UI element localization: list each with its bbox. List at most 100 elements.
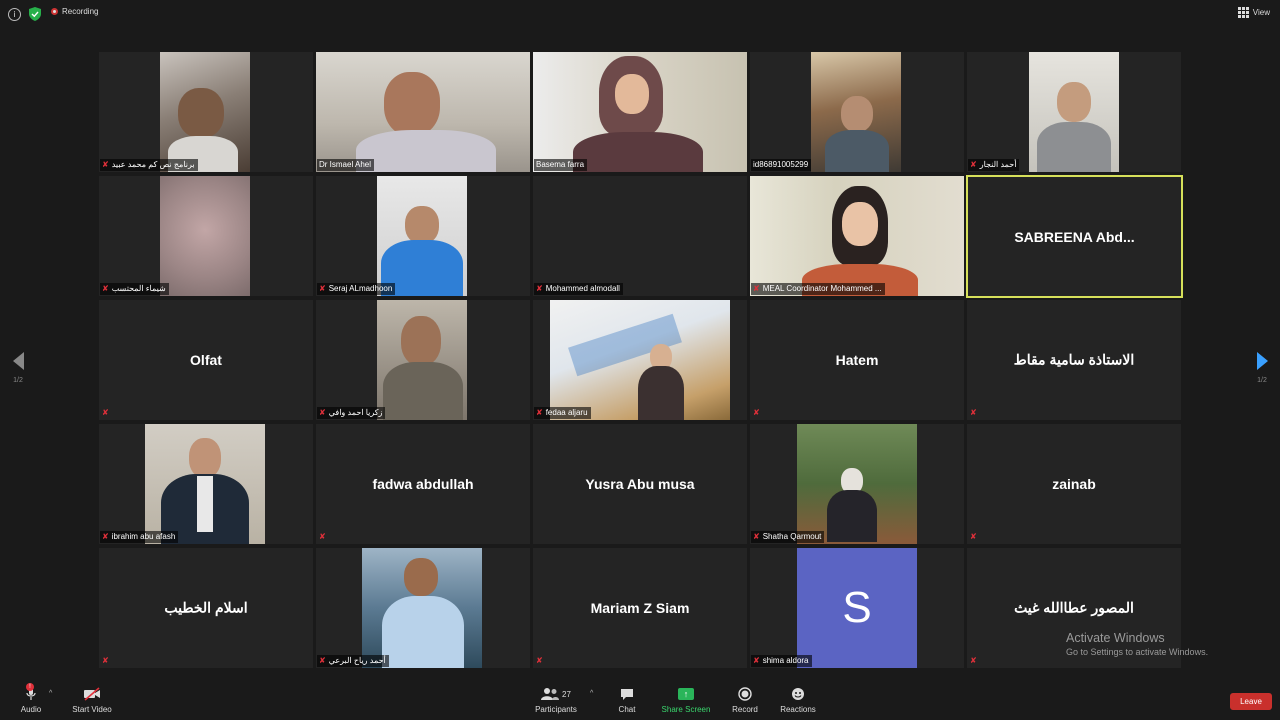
muted-mic-icon: ✘ <box>102 656 109 665</box>
participant-name-tag: ✘ ibrahim abu afash <box>100 531 179 543</box>
video-tile[interactable]: ✘ أحمد رياح البرعي <box>316 548 530 668</box>
participant-display-name: SABREENA Abd... <box>1014 228 1135 245</box>
record-button[interactable]: Record <box>728 686 762 714</box>
participant-name-tag: ✘ برنامج نص كم محمد عبيد <box>100 159 198 171</box>
share-screen-label: Share Screen <box>661 705 711 714</box>
leave-button[interactable]: Leave <box>1230 693 1272 710</box>
participant-video <box>1029 52 1119 172</box>
reactions-label: Reactions <box>780 705 816 714</box>
participants-count: 27 <box>562 689 571 699</box>
start-video-button[interactable]: Start Video <box>70 686 114 714</box>
audio-options-chevron-icon[interactable]: ^ <box>49 690 52 697</box>
participant-name-tag: Dr Ismael Ahel <box>317 159 375 171</box>
participants-options-chevron-icon[interactable]: ^ <box>590 690 593 697</box>
muted-mic-icon: ✘ <box>753 532 760 541</box>
participant-display-name: Yusra Abu musa <box>585 476 695 492</box>
video-tile[interactable]: ✘ Seraj ALmadhoon <box>316 176 530 296</box>
participant-display-name: Olfat <box>190 352 222 368</box>
muted-mic-icon: ✘ <box>970 160 977 169</box>
participant-video <box>550 300 730 420</box>
share-screen-icon: ↑ <box>678 688 694 700</box>
video-tile[interactable]: Mariam Z Siam ✘ <box>533 548 747 668</box>
recording-indicator[interactable]: Recording <box>51 7 98 16</box>
video-tile[interactable]: ✘ أحمد النجار <box>967 52 1181 172</box>
audio-alert-badge: ! <box>26 683 34 691</box>
activate-windows-watermark: Activate Windows Go to Settings to activ… <box>1066 631 1208 657</box>
video-tile[interactable]: ✘ fedaa aljaru <box>533 300 747 420</box>
video-tile[interactable]: ✘ MEAL Coordinator Mohammed ... <box>750 176 964 296</box>
watermark-title: Activate Windows <box>1066 631 1165 645</box>
participant-name-tag: ✘ Shatha Qarmout <box>751 531 825 543</box>
video-tile[interactable]: الاستاذة سامية مقاط ✘ <box>967 300 1181 420</box>
participant-name-tag: ✘ <box>968 531 983 543</box>
video-tile[interactable]: id86891005299 <box>750 52 964 172</box>
muted-mic-icon: ✘ <box>536 284 543 293</box>
view-button[interactable]: View <box>1237 7 1270 18</box>
muted-mic-icon: ✘ <box>970 408 977 417</box>
participant-display-name: الاستاذة سامية مقاط <box>1013 351 1135 368</box>
chat-button[interactable]: Chat <box>612 686 642 714</box>
participants-button[interactable]: 27 Participants <box>533 686 579 714</box>
video-off-icon <box>84 687 100 701</box>
video-tile[interactable]: ✘ ibrahim abu afash <box>99 424 313 544</box>
video-tile[interactable]: zainab ✘ <box>967 424 1181 544</box>
avatar-letter: S <box>842 583 872 632</box>
video-tile[interactable]: ✘ برنامج نص كم محمد عبيد <box>99 52 313 172</box>
muted-mic-icon: ✘ <box>536 408 543 417</box>
previous-page-button[interactable]: 1/2 <box>8 352 28 384</box>
muted-mic-icon: ✘ <box>319 284 326 293</box>
muted-mic-icon: ✘ <box>970 532 977 541</box>
participant-name-tag: Basema farra <box>534 159 588 171</box>
muted-mic-icon: ✘ <box>102 532 109 541</box>
info-icon[interactable]: i <box>8 8 21 21</box>
participant-display-name: المصور عطاالله غيث <box>1014 599 1134 616</box>
muted-mic-icon: ✘ <box>536 656 543 665</box>
participant-avatar: S <box>797 548 917 668</box>
reactions-button[interactable]: Reactions <box>778 686 818 714</box>
page-indicator-right: 1/2 <box>1257 377 1267 384</box>
video-tile[interactable]: fadwa abdullah ✘ <box>316 424 530 544</box>
participant-video <box>811 52 901 172</box>
shield-icon[interactable] <box>29 7 41 21</box>
video-tile[interactable]: ✘ شيماء المحتسب <box>99 176 313 296</box>
video-tile[interactable]: Yusra Abu musa <box>533 424 747 544</box>
participants-label: Participants <box>535 705 577 714</box>
video-tile[interactable]: ✘ Shatha Qarmout <box>750 424 964 544</box>
watermark-subtitle: Go to Settings to activate Windows. <box>1066 647 1209 657</box>
muted-mic-icon: ✘ <box>753 656 760 665</box>
muted-mic-icon: ✘ <box>319 408 326 417</box>
audio-button[interactable]: ! Audio <box>16 683 46 714</box>
participant-name-tag: ✘ Seraj ALmadhoon <box>317 283 396 295</box>
video-tile[interactable]: S ✘ shima aldora <box>750 548 964 668</box>
record-dot-icon <box>51 8 58 15</box>
participant-name-tag: ✘ زكريا احمد وافي <box>317 407 386 419</box>
participant-display-name: Hatem <box>835 352 879 368</box>
muted-mic-icon: ✘ <box>319 656 326 665</box>
video-tile[interactable]: Dr Ismael Ahel <box>316 52 530 172</box>
participant-video <box>362 548 482 668</box>
video-tile-active-speaker[interactable]: SABREENA Abd... <box>966 175 1183 298</box>
video-tile[interactable]: ✘ Mohammed almodall <box>533 176 747 296</box>
muted-mic-icon: ✘ <box>102 284 109 293</box>
participant-display-name: zainab <box>1052 476 1096 492</box>
participant-name-tag: ✘ <box>751 407 766 419</box>
participant-name-tag: ✘ fedaa aljaru <box>534 407 591 419</box>
video-tile[interactable]: Olfat ✘ <box>99 300 313 420</box>
video-tile[interactable]: Basema farra <box>533 52 747 172</box>
next-page-button[interactable]: 1/2 <box>1252 352 1272 384</box>
share-screen-button[interactable]: ↑ Share Screen <box>660 686 712 714</box>
participant-display-name: Mariam Z Siam <box>590 600 690 616</box>
muted-mic-icon: ✘ <box>753 284 760 293</box>
participant-name-tag: ✘ <box>968 407 983 419</box>
view-label: View <box>1252 8 1270 17</box>
video-tile[interactable]: اسلام الخطيب ✘ <box>99 548 313 668</box>
record-label: Record <box>732 705 758 714</box>
video-tile[interactable]: Hatem ✘ <box>750 300 964 420</box>
participant-name-tag: ✘ <box>534 655 549 667</box>
participant-name-tag: ✘ Mohammed almodall <box>534 283 623 295</box>
participant-name-tag: ✘ <box>317 531 332 543</box>
video-tile[interactable]: ✘ زكريا احمد وافي <box>316 300 530 420</box>
arrow-right-icon <box>1256 352 1268 370</box>
participant-video <box>750 176 964 296</box>
participant-video <box>533 52 747 172</box>
